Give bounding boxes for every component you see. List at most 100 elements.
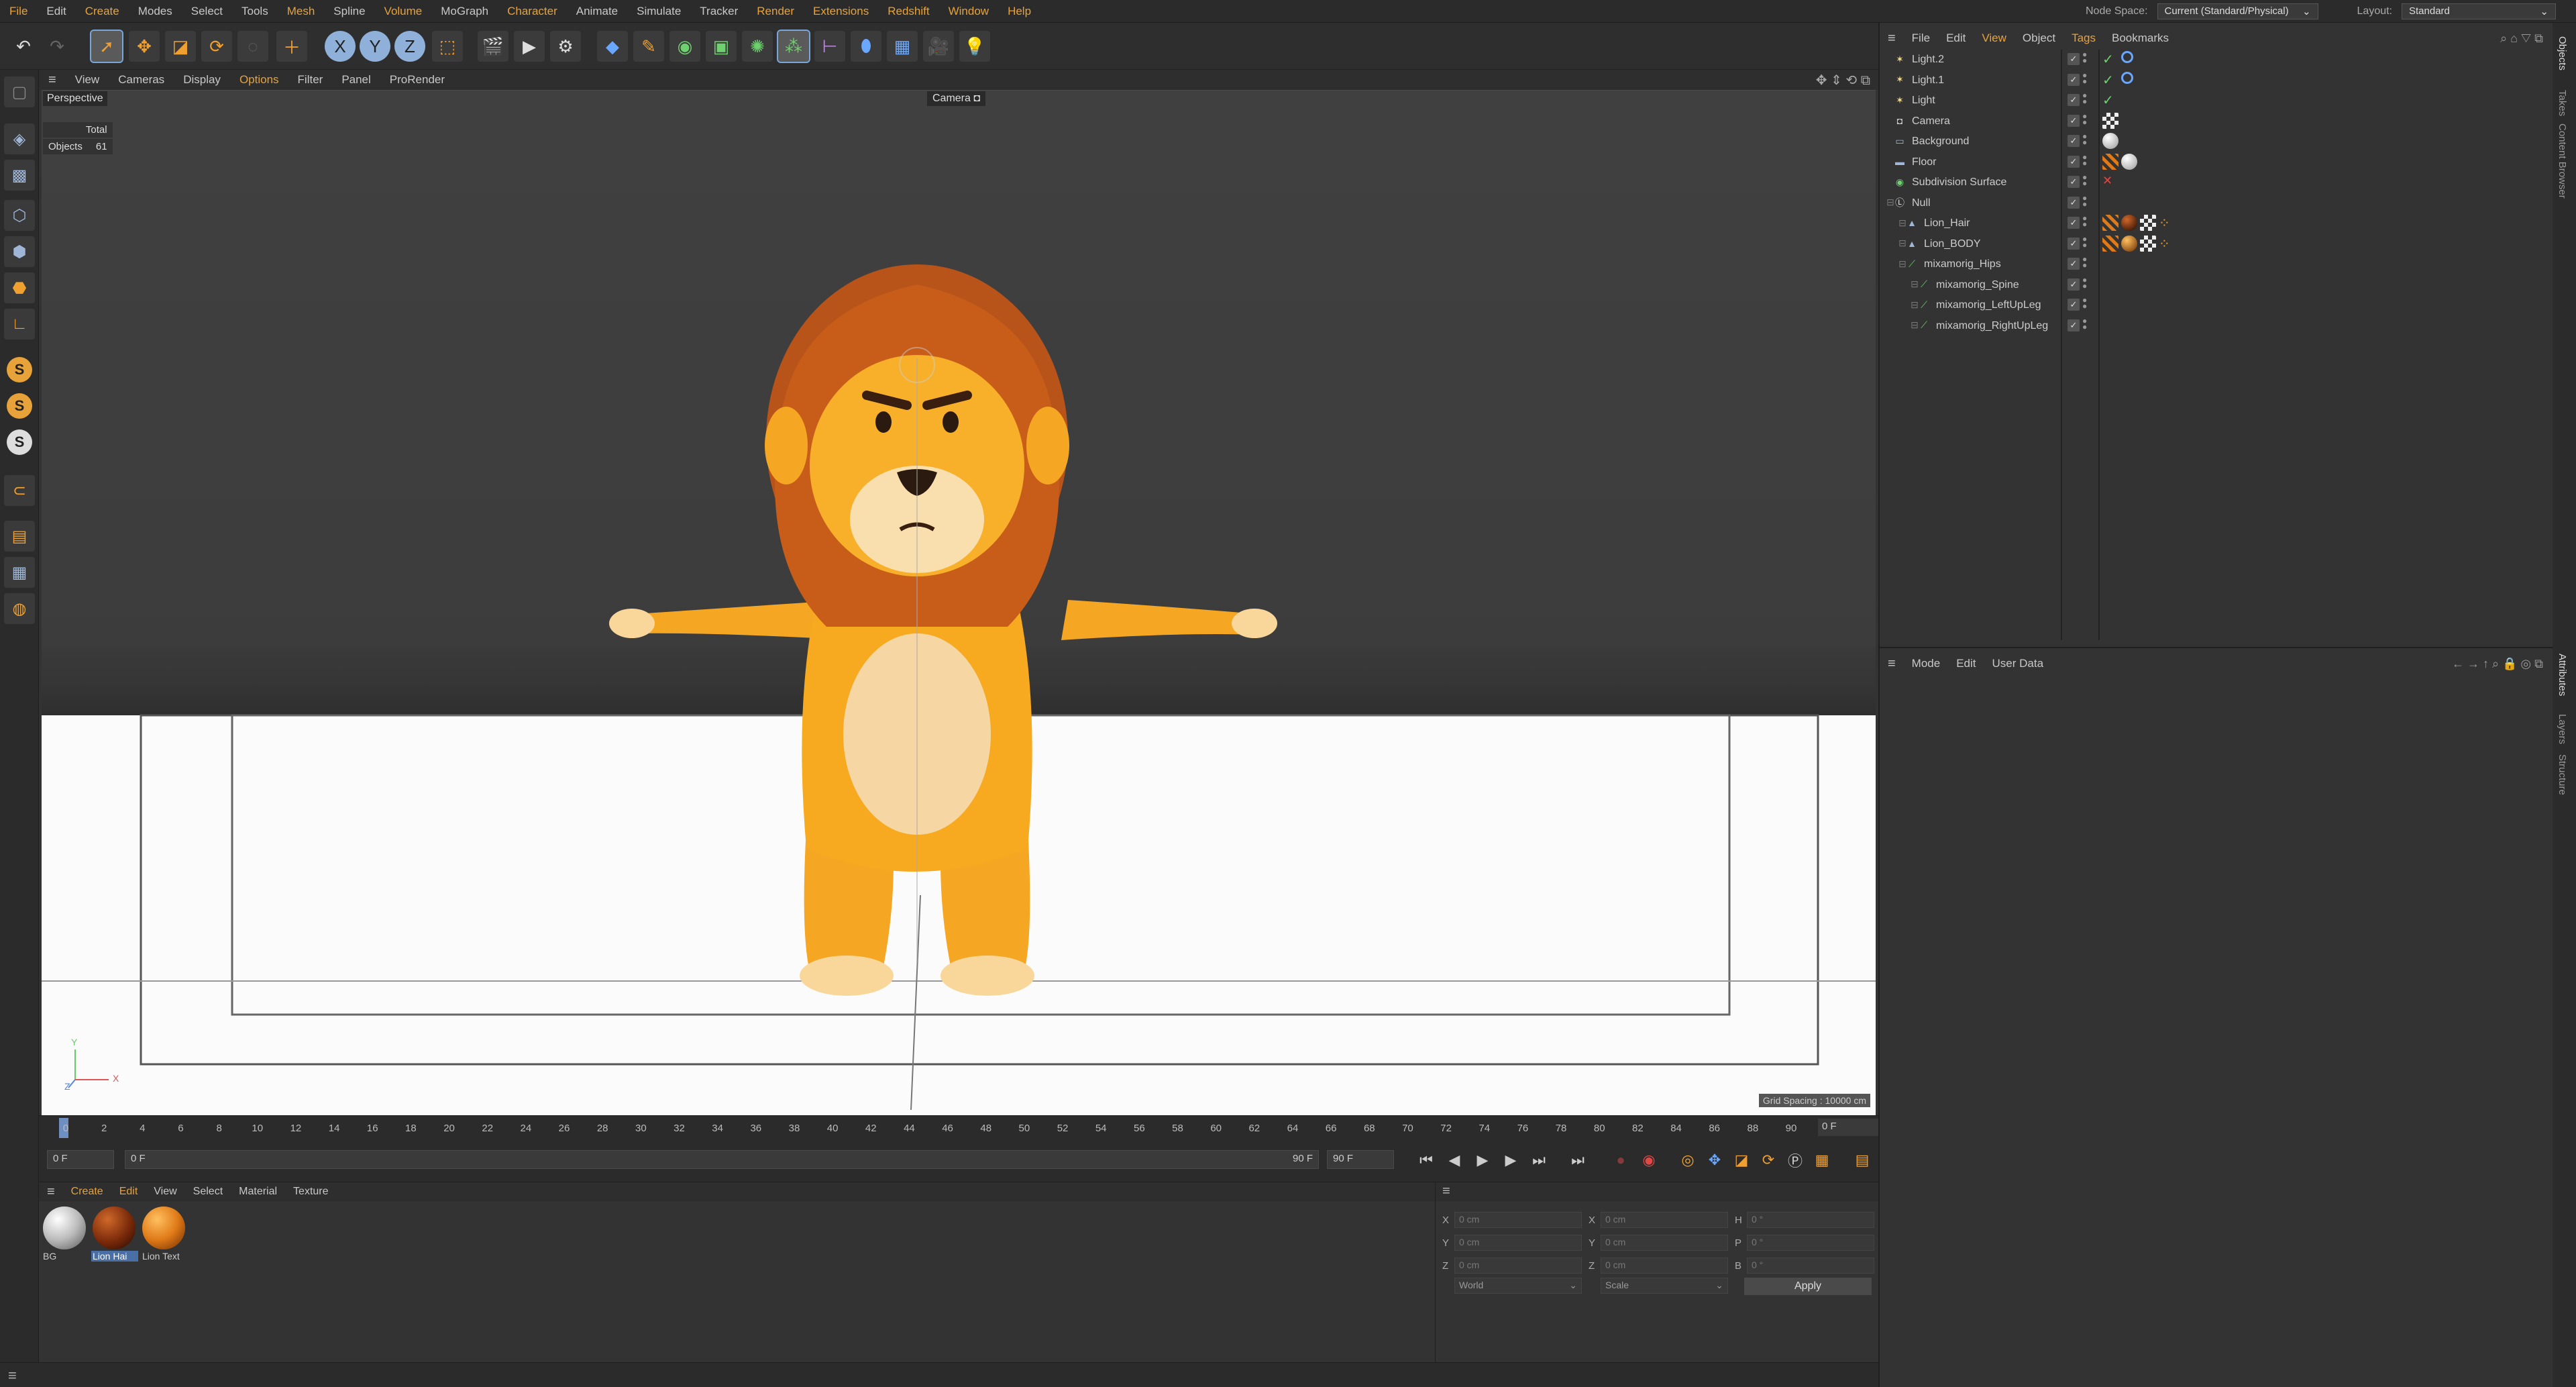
- texture-tag-icon[interactable]: [2102, 215, 2118, 231]
- layer-checkbox[interactable]: ✓: [2068, 299, 2080, 311]
- quantize-icon[interactable]: S: [7, 429, 32, 455]
- viewport-menu-panel[interactable]: Panel: [332, 73, 380, 87]
- timeline-window-icon[interactable]: ▤: [1850, 1149, 1874, 1172]
- edges-mode-icon[interactable]: ⬢: [4, 236, 35, 267]
- key-scale-icon[interactable]: ◪: [1729, 1149, 1754, 1172]
- tab-content-browser[interactable]: Content Browser: [2557, 123, 2568, 199]
- viewport-menu-options[interactable]: Options: [230, 73, 288, 87]
- object-row[interactable]: ◉ Subdivision Surface ✓ ● ● ✕: [1880, 172, 2553, 193]
- layer-checkbox[interactable]: ✓: [2068, 217, 2080, 229]
- object-row[interactable]: ▬ Floor ✓ ● ●: [1880, 152, 2553, 172]
- compositing-tag-icon[interactable]: [2140, 215, 2156, 231]
- rot-p-field[interactable]: 0 °: [1747, 1235, 1874, 1251]
- floor-icon[interactable]: ▦: [887, 31, 918, 62]
- y-axis-lock-icon[interactable]: Y: [360, 31, 390, 62]
- material-swatch-lion-text[interactable]: Lion Text: [141, 1205, 188, 1266]
- menu-mesh[interactable]: Mesh: [278, 5, 325, 18]
- object-menu-file[interactable]: File: [1904, 32, 1938, 45]
- visibility-dots-icon[interactable]: ● ●: [2082, 91, 2087, 105]
- search-icon[interactable]: ⌕ ⌂ ▽ ⧉: [2500, 32, 2543, 46]
- extrude-icon[interactable]: ▣: [706, 31, 737, 62]
- layer-checkbox[interactable]: ✓: [2068, 94, 2080, 106]
- current-frame-field[interactable]: 0 F: [1818, 1119, 1878, 1136]
- scale-tool-icon[interactable]: ◪: [165, 31, 196, 62]
- visibility-dots-icon[interactable]: ● ●: [2082, 235, 2087, 249]
- material-tag-icon[interactable]: [2121, 235, 2137, 252]
- layer-checkbox[interactable]: ✓: [2068, 135, 2080, 147]
- scale-z-field[interactable]: 0 cm: [1601, 1257, 1728, 1274]
- make-editable-icon[interactable]: ▢: [4, 76, 35, 107]
- object-row[interactable]: ⊟ ▲ Lion_Hair ✓ ● ● ⁘: [1880, 213, 2553, 234]
- menu-file[interactable]: File: [0, 5, 37, 18]
- attribute-nav-icons[interactable]: ← → ↑ ⌕ 🔒 ◎ ⧉: [2452, 657, 2543, 671]
- attribute-menu-mode[interactable]: Mode: [1904, 657, 1949, 670]
- timeline-ruler[interactable]: 0 2 4 6 8 10 12 14 16 18 20 22 24 26 28 30 32 34 36 38 40 42 4…: [39, 1115, 1878, 1139]
- menu-select[interactable]: Select: [182, 5, 232, 18]
- key-parameter-icon[interactable]: Ⓟ: [1783, 1149, 1807, 1172]
- hamburger-icon[interactable]: ≡: [39, 1184, 63, 1200]
- target-tag-icon[interactable]: [2121, 51, 2133, 63]
- material-swatch-bg[interactable]: BG: [42, 1205, 89, 1266]
- compositing-tag-icon[interactable]: [2102, 112, 2118, 129]
- key-rotation-icon[interactable]: ⟳: [1756, 1149, 1780, 1172]
- menu-extensions[interactable]: Extensions: [804, 5, 878, 18]
- texture-tag-icon[interactable]: [2102, 235, 2118, 252]
- visibility-dots-icon[interactable]: ● ●: [2082, 255, 2087, 269]
- render-view-icon[interactable]: ▶: [514, 31, 545, 62]
- record-icon[interactable]: ●: [1609, 1149, 1633, 1172]
- key-position-icon[interactable]: ✥: [1703, 1149, 1727, 1172]
- visibility-dots-icon[interactable]: ● ●: [2082, 173, 2087, 187]
- menu-character[interactable]: Character: [498, 5, 567, 18]
- object-row[interactable]: ⊟ ⟋ mixamorig_Spine ✓ ● ●: [1880, 275, 2553, 295]
- check-tag-icon[interactable]: ✓: [2102, 51, 2118, 67]
- visibility-dots-icon[interactable]: ● ●: [2082, 71, 2087, 85]
- layer-checkbox[interactable]: ✓: [2068, 319, 2080, 331]
- object-row[interactable]: ⊟ Ⓛ Null ✓ ● ●: [1880, 193, 2553, 213]
- ik-tag-icon[interactable]: ⁘: [2159, 215, 2175, 231]
- render-settings-icon[interactable]: ⚙: [550, 31, 581, 62]
- rot-b-field[interactable]: 0 °: [1747, 1257, 1874, 1274]
- axis-mode-icon[interactable]: ∟: [4, 309, 35, 340]
- menu-edit[interactable]: Edit: [37, 5, 75, 18]
- hamburger-icon[interactable]: ≡: [8, 1367, 17, 1384]
- menu-tracker[interactable]: Tracker: [690, 5, 747, 18]
- visibility-dots-icon[interactable]: ● ●: [2082, 50, 2087, 64]
- ik-tag-icon[interactable]: ⁘: [2159, 236, 2175, 252]
- menu-redshift[interactable]: Redshift: [878, 5, 938, 18]
- viewport-menu-prorender[interactable]: ProRender: [380, 73, 454, 87]
- visibility-dots-icon[interactable]: ● ●: [2082, 132, 2087, 146]
- layout-dropdown[interactable]: Standard ⌄: [2402, 3, 2556, 19]
- object-row[interactable]: ✶ Light.2 ✓ ● ● ✓: [1880, 50, 2553, 70]
- coordinate-system-icon[interactable]: ⬚: [432, 31, 463, 62]
- menu-spline[interactable]: Spline: [324, 5, 374, 18]
- menu-render[interactable]: Render: [747, 5, 804, 18]
- menu-modes[interactable]: Modes: [129, 5, 182, 18]
- next-key-icon[interactable]: ▶: [1499, 1149, 1523, 1172]
- layer-checkbox[interactable]: ✓: [2068, 114, 2080, 127]
- hamburger-icon[interactable]: ≡: [1880, 656, 1904, 672]
- menu-create[interactable]: Create: [76, 5, 129, 18]
- material-menu-material[interactable]: Material: [231, 1186, 285, 1198]
- node-space-dropdown[interactable]: Current (Standard/Physical) ⌄: [2157, 3, 2318, 19]
- autokey-icon[interactable]: ◉: [1637, 1149, 1661, 1172]
- pos-x-field[interactable]: 0 cm: [1454, 1212, 1582, 1228]
- material-tag-icon[interactable]: [2121, 215, 2137, 231]
- move-tool-icon[interactable]: ✥: [129, 31, 160, 62]
- hamburger-icon[interactable]: ≡: [1442, 1184, 1450, 1199]
- pen-icon[interactable]: ✎: [633, 31, 664, 62]
- material-menu-create[interactable]: Create: [63, 1186, 111, 1198]
- material-tag-icon[interactable]: [2121, 153, 2137, 170]
- end-frame-field[interactable]: 90 F: [1327, 1150, 1394, 1169]
- add-object-icon[interactable]: ＋: [276, 31, 307, 62]
- preview-range-slider[interactable]: 0 F 90 F: [125, 1150, 1319, 1169]
- menu-mograph[interactable]: MoGraph: [431, 5, 498, 18]
- scale-y-field[interactable]: 0 cm: [1601, 1235, 1728, 1251]
- viewport-menu-view[interactable]: View: [66, 73, 109, 87]
- camera-icon[interactable]: 🎥: [923, 31, 954, 62]
- z-axis-lock-icon[interactable]: Z: [394, 31, 425, 62]
- check-tag-icon[interactable]: ✓: [2102, 72, 2118, 88]
- material-menu-select[interactable]: Select: [185, 1186, 231, 1198]
- pos-z-field[interactable]: 0 cm: [1454, 1257, 1582, 1274]
- pos-y-field[interactable]: 0 cm: [1454, 1235, 1582, 1251]
- attribute-menu-edit[interactable]: Edit: [1948, 657, 1984, 670]
